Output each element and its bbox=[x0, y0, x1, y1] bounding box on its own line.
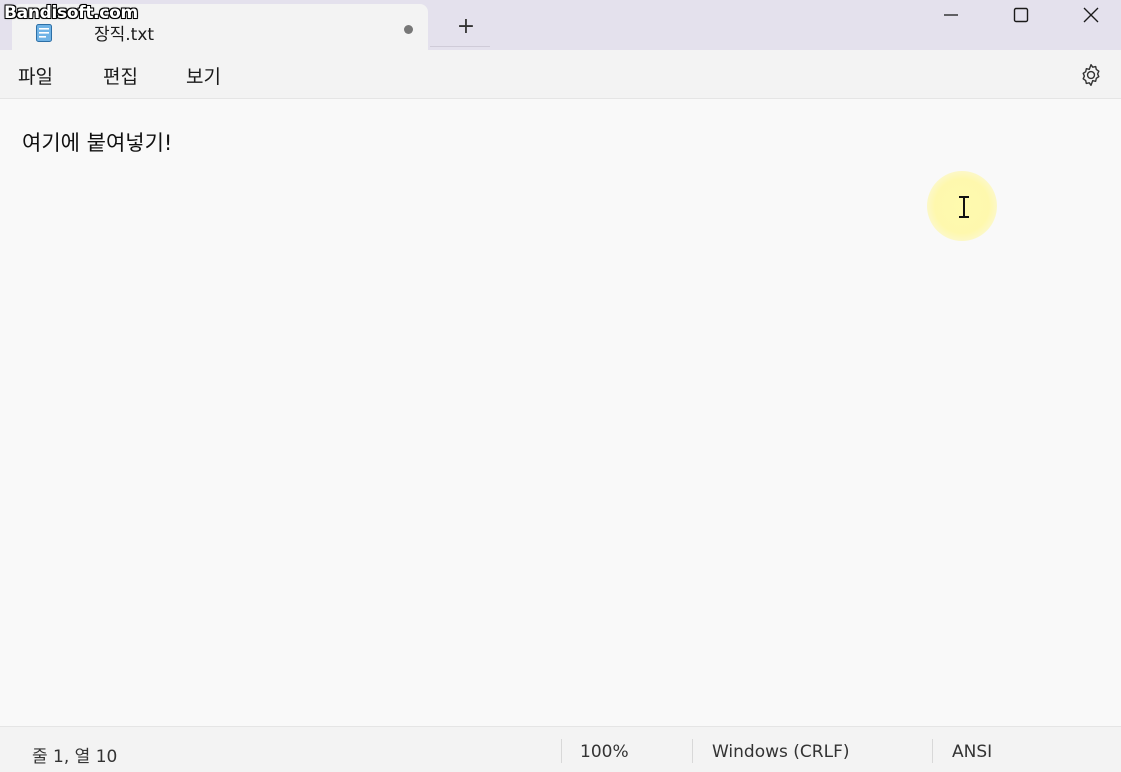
tab-title: 장직.txt bbox=[94, 25, 155, 45]
status-bar: 줄 1, 열 10 100% Windows (CRLF) ANSI bbox=[0, 726, 1121, 772]
minimize-icon bbox=[944, 14, 958, 16]
maximize-button[interactable] bbox=[986, 0, 1056, 30]
maximize-icon bbox=[1013, 7, 1029, 23]
status-divider bbox=[692, 739, 693, 763]
status-divider bbox=[932, 739, 933, 763]
tab-strip-divider bbox=[430, 46, 490, 47]
status-divider bbox=[561, 739, 562, 763]
minimize-button[interactable] bbox=[916, 0, 986, 30]
encoding[interactable]: ANSI bbox=[952, 742, 992, 762]
menu-file[interactable]: 파일 bbox=[18, 62, 53, 89]
cursor-position: 줄 1, 열 10 bbox=[32, 747, 118, 767]
unsaved-indicator[interactable] bbox=[404, 25, 413, 34]
notepad-icon bbox=[36, 24, 52, 42]
title-bar: 장직.txt + Bandisoft.com bbox=[0, 0, 1121, 50]
gear-icon[interactable] bbox=[1078, 62, 1104, 88]
new-tab-button[interactable]: + bbox=[452, 12, 480, 42]
editor-content[interactable]: 여기에 붙여넣기! bbox=[22, 127, 172, 157]
bandisoft-watermark: Bandisoft.com bbox=[4, 3, 138, 23]
text-cursor-icon bbox=[959, 196, 969, 218]
menu-edit[interactable]: 편집 bbox=[103, 62, 138, 89]
zoom-level[interactable]: 100% bbox=[580, 742, 629, 762]
close-icon bbox=[1083, 7, 1099, 23]
menu-view[interactable]: 보기 bbox=[186, 62, 221, 89]
menu-bar: 파일 편집 보기 bbox=[0, 50, 1121, 99]
close-button[interactable] bbox=[1056, 0, 1121, 30]
line-ending[interactable]: Windows (CRLF) bbox=[712, 742, 850, 762]
